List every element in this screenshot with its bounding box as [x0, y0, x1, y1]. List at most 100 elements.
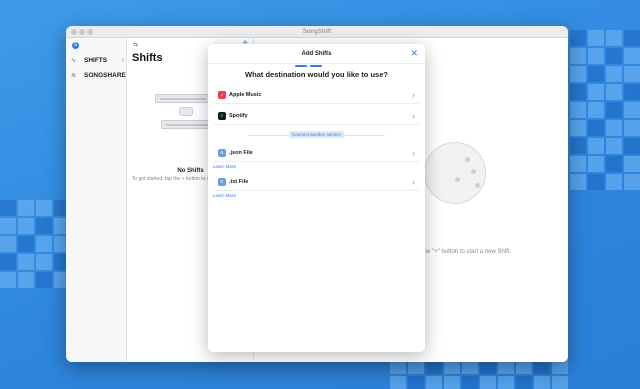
connect-service-divider: Connect another service: [248, 131, 385, 138]
chevron-right-icon: ›: [412, 177, 415, 187]
background-tile: [606, 138, 622, 154]
destination-json-file[interactable]: ≡ .json File ›: [214, 144, 419, 162]
background-tile: [588, 138, 604, 154]
chevron-right-icon: ›: [412, 148, 415, 158]
background-tile: [624, 174, 640, 190]
background-tile: [570, 30, 586, 46]
app-logo-icon[interactable]: S: [72, 42, 79, 49]
background-tile: [588, 66, 604, 82]
modal-question: What destination would you like to use?: [245, 70, 388, 79]
background-tile: [588, 30, 604, 46]
background-tile: [570, 66, 586, 82]
shift-wave-icon: ∿: [71, 58, 77, 64]
background-tile: [534, 376, 550, 389]
background-tile: [606, 84, 622, 100]
background-tile: [606, 120, 622, 136]
title-bar: SongShift: [66, 26, 568, 38]
background-tile: [588, 120, 604, 136]
background-tile: [570, 48, 586, 64]
share-icon: ≋: [71, 73, 77, 79]
sort-icon[interactable]: ⇆: [133, 41, 138, 48]
background-tile: [624, 48, 640, 64]
background-tile: [588, 174, 604, 190]
step-indicator: [295, 65, 337, 67]
background-tile: [624, 66, 640, 82]
background-tile: [444, 376, 460, 389]
background-tile: [18, 254, 34, 270]
background-tile: [624, 84, 640, 100]
background-tile: [606, 174, 622, 190]
background-tile: [570, 156, 586, 172]
page-title: Shifts: [132, 52, 163, 64]
background-tile: [408, 376, 424, 389]
window-title: SongShift: [302, 29, 332, 35]
background-tile: [18, 200, 34, 216]
background-tile: [624, 120, 640, 136]
destination-label: .txt File: [229, 179, 249, 185]
background-tile: [390, 376, 406, 389]
background-tile: [426, 376, 442, 389]
background-tile: [36, 272, 52, 288]
sidebar-item-label: SHIFTS: [84, 57, 108, 64]
destination-label: Apple Music: [229, 92, 262, 98]
background-tile: [606, 30, 622, 46]
modal-header: Add Shifts ✕: [208, 44, 425, 64]
destination-txt-file[interactable]: ≡ .txt File ›: [214, 173, 419, 191]
background-tile: [606, 66, 622, 82]
sidebar-item-label: SONGSHARE: [84, 72, 126, 79]
background-tile: [36, 218, 52, 234]
background-tile: [0, 200, 16, 216]
background-tile: [606, 102, 622, 118]
sidebar-item-songshare[interactable]: ≋ SONGSHARE: [70, 71, 126, 81]
txt-file-icon: ≡: [218, 178, 226, 186]
close-icon[interactable]: ✕: [410, 48, 418, 59]
background-tile: [624, 138, 640, 154]
chevron-right-icon: ›: [412, 90, 415, 100]
spotify-icon: ≡: [218, 112, 226, 120]
modal-title: Add Shifts: [301, 51, 332, 57]
sidebar: S ∿ SHIFTS › ≋ SONGSHARE: [66, 38, 127, 362]
destination-spotify[interactable]: ≡ Spotify ›: [214, 107, 419, 125]
background-tile: [624, 156, 640, 172]
background-tile: [18, 218, 34, 234]
background-tile: [498, 376, 514, 389]
chevron-right-icon: ›: [121, 57, 124, 64]
json-file-icon: ≡: [218, 149, 226, 157]
background-tile: [0, 272, 16, 288]
background-tile: [36, 236, 52, 252]
background-tile: [570, 84, 586, 100]
background-tile: [588, 84, 604, 100]
apple-music-icon: ♪: [218, 91, 226, 99]
background-tile: [570, 120, 586, 136]
background-tile: [0, 218, 16, 234]
connect-service-button[interactable]: Connect another service: [289, 131, 344, 138]
detail-hint-text: the "+" button to start a new Shift.: [422, 249, 512, 255]
learn-more-link-txt[interactable]: Learn More: [213, 193, 236, 198]
add-shift-modal: Add Shifts ✕ What destination would you …: [208, 44, 425, 352]
background-tile: [36, 254, 52, 270]
background-tile: [570, 174, 586, 190]
background-tile: [588, 156, 604, 172]
background-tile: [0, 254, 16, 270]
background-tile: [588, 48, 604, 64]
background-tile: [624, 102, 640, 118]
destination-apple-music[interactable]: ♪ Apple Music ›: [214, 86, 419, 104]
sidebar-item-shifts[interactable]: ∿ SHIFTS ›: [70, 56, 125, 66]
empty-globe-illustration: [424, 142, 486, 204]
learn-more-link-json[interactable]: Learn More: [213, 164, 236, 169]
background-tile: [18, 272, 34, 288]
background-tile: [570, 102, 586, 118]
background-tile: [516, 376, 532, 389]
chevron-right-icon: ›: [412, 111, 415, 121]
destination-label: .json File: [229, 150, 253, 156]
destination-label: Spotify: [229, 113, 248, 119]
background-tile: [36, 200, 52, 216]
background-tile: [606, 48, 622, 64]
background-tile: [462, 376, 478, 389]
background-tile: [570, 138, 586, 154]
background-tile: [480, 376, 496, 389]
background-tile: [606, 156, 622, 172]
background-tile: [18, 236, 34, 252]
background-tile: [552, 376, 568, 389]
background-tile: [0, 236, 16, 252]
